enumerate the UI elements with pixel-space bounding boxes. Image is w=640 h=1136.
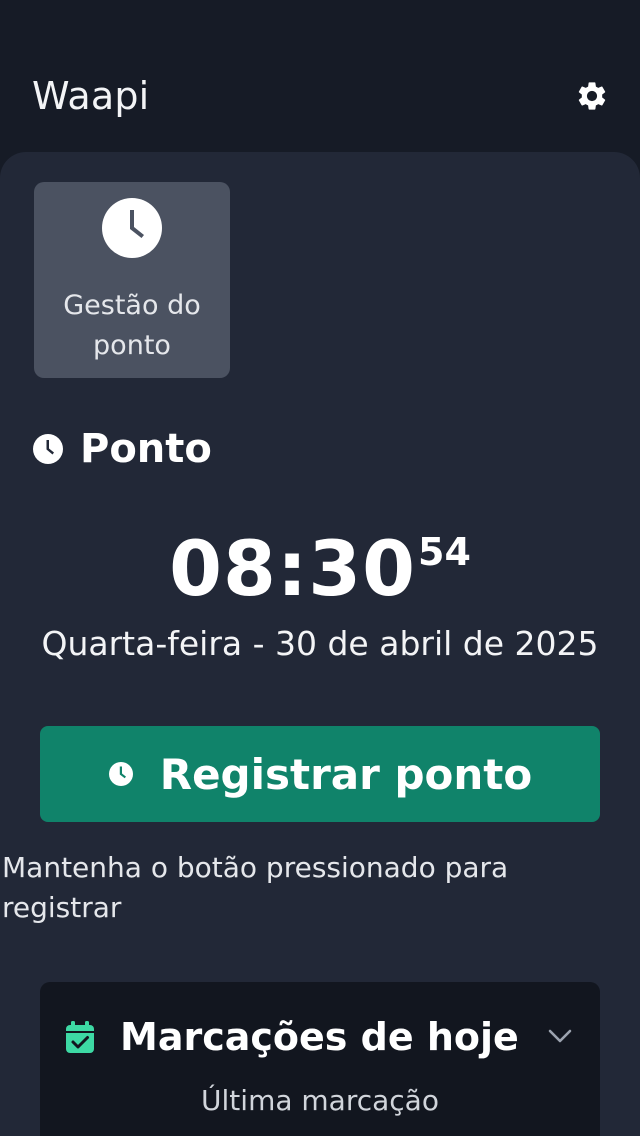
clock-icon	[33, 434, 63, 464]
register-button-label: Registrar ponto	[159, 749, 533, 799]
ponto-section-header: Ponto	[32, 424, 212, 474]
chevron-down-icon[interactable]	[544, 1020, 576, 1052]
register-hint: Mantenha o botão pressionado para regist…	[2, 851, 509, 924]
settings-button[interactable]	[572, 76, 612, 116]
clock-icon	[102, 198, 162, 258]
app-screen: Waapi Gestão do ponto Ponto 08:3054 Quar	[0, 0, 640, 1136]
main-content: Gestão do ponto Ponto 08:3054 Quarta-fei…	[0, 152, 640, 1136]
today-marks-card: Marcações de hoje Última marcação	[40, 982, 600, 1136]
register-ponto-button[interactable]: Registrar ponto	[40, 726, 600, 822]
calendar-check-icon	[66, 1021, 94, 1053]
clock-icon	[108, 762, 133, 786]
current-date: Quarta-feira - 30 de abril de 2025	[41, 624, 599, 663]
current-time: 08:3054	[0, 524, 640, 614]
gear-icon	[578, 82, 606, 110]
last-mark-label: Última marcação	[201, 1084, 439, 1117]
app-title: Waapi	[32, 74, 150, 118]
today-marks-header[interactable]: Marcações de hoje	[64, 1012, 576, 1062]
today-marks-title: Marcações de hoje	[120, 1015, 519, 1059]
shortcut-label: Gestão do ponto	[63, 290, 201, 361]
time-hours-minutes: 08:30	[169, 524, 417, 613]
section-title: Ponto	[80, 426, 212, 472]
shortcut-gestao-do-ponto[interactable]: Gestão do ponto	[34, 182, 230, 378]
time-seconds: 54	[418, 530, 471, 574]
top-app-bar: Waapi	[0, 0, 640, 152]
